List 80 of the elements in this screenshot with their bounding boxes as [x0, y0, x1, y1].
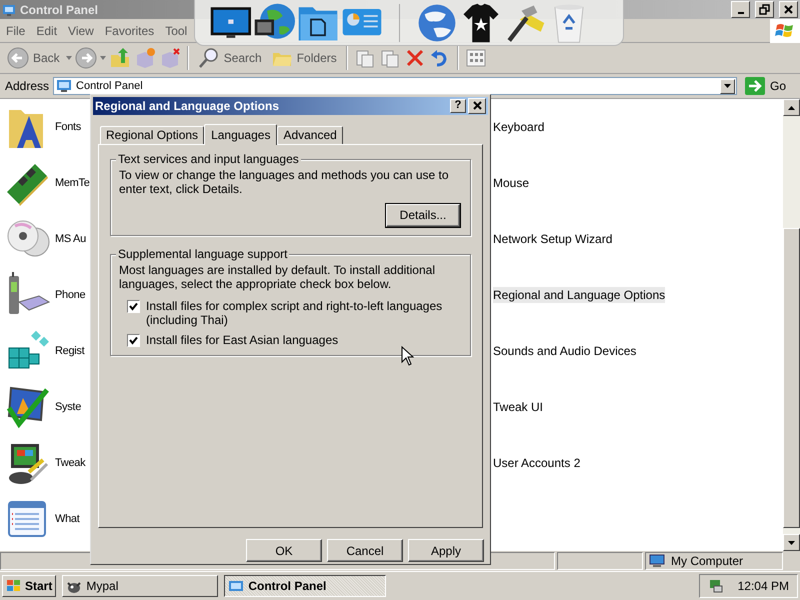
minimize-button[interactable]	[731, 1, 750, 18]
search-button[interactable]: Search	[194, 45, 265, 71]
back-button[interactable]: Back	[4, 45, 63, 71]
up-arrow-icon	[788, 106, 795, 110]
item-label[interactable]: Tweak	[55, 457, 86, 469]
checkbox-label[interactable]: Install files for East Asian languages	[146, 332, 338, 347]
close-icon	[472, 101, 482, 110]
control-panel-icon	[228, 578, 244, 592]
tab[interactable]: Regional Options	[100, 126, 204, 144]
tab[interactable]: Languages	[204, 124, 278, 145]
item-label[interactable]: MS Au	[55, 233, 86, 245]
network-icon[interactable]	[708, 578, 724, 594]
item-label[interactable]: Mouse	[493, 175, 530, 191]
item-label[interactable]: Network Setup Wizard	[493, 231, 612, 247]
start-button[interactable]: Start	[2, 574, 56, 596]
item-label[interactable]: Tweak UI	[493, 399, 544, 415]
control-panel-icon	[2, 2, 16, 16]
item-label[interactable]: User Accounts 2	[493, 455, 580, 471]
windows-logo-icon	[6, 578, 22, 592]
item-label[interactable]: Fonts	[55, 121, 82, 133]
item-label[interactable]: Regist	[55, 345, 84, 357]
monitor-checkmark-icon[interactable]	[5, 384, 51, 430]
item-label[interactable]: MemTe	[55, 177, 90, 189]
item-label[interactable]: Phone	[55, 289, 86, 301]
ok-button[interactable]: OK	[246, 539, 322, 562]
checkmark-icon	[129, 336, 138, 345]
go-button[interactable]: Go	[745, 77, 786, 95]
menu-item[interactable]: View	[63, 24, 99, 38]
address-label: Address	[5, 79, 50, 93]
control-panel-icon	[56, 79, 72, 93]
menu-item[interactable]: Favorites	[100, 24, 160, 38]
status-text: My Computer	[671, 554, 744, 568]
close-icon	[783, 4, 794, 15]
help-button[interactable]: ?	[450, 98, 466, 113]
checkmark-icon	[129, 302, 138, 311]
scroll-down-button[interactable]	[783, 534, 800, 551]
windows-logo-icon	[775, 22, 795, 40]
group-title: Text services and input languages	[116, 152, 301, 166]
menu-item[interactable]: File	[1, 24, 30, 38]
group-title: Supplemental language support	[116, 246, 290, 261]
item-label[interactable]: What	[55, 513, 80, 525]
window-title: Control Panel	[20, 2, 100, 16]
item-label[interactable]: Sounds and Audio Devices	[493, 343, 636, 359]
close-button[interactable]	[779, 1, 798, 18]
details-button[interactable]: Details...	[386, 204, 460, 227]
item-label[interactable]: Keyboard	[493, 119, 544, 135]
scrollbar[interactable]	[783, 99, 800, 551]
scroll-up-button[interactable]	[783, 99, 800, 116]
caret-icon[interactable]	[66, 56, 72, 60]
description-text: Most languages are installed by default. To install additional languages, select the appropriate check box below.	[119, 262, 436, 291]
globe-icon[interactable]	[416, 2, 458, 44]
caret-icon	[724, 84, 732, 88]
taskbar-button[interactable]: Mypal	[62, 574, 218, 596]
clock: 12:04 PM	[738, 578, 789, 592]
taskbar-button[interactable]: Control Panel	[224, 574, 386, 596]
restore-icon	[759, 4, 770, 15]
down-arrow-icon	[788, 540, 795, 544]
item-label[interactable]: Syste	[55, 401, 82, 413]
dialog-title: Regional and Language Options	[95, 98, 280, 113]
cancel-button[interactable]: Cancel	[327, 539, 403, 562]
tab[interactable]: Advanced	[277, 126, 343, 144]
menu-item[interactable]: Edit	[31, 24, 62, 38]
item-label[interactable]: Regional and Language Options	[493, 287, 666, 303]
menu-item[interactable]: Tool	[160, 24, 192, 38]
folders-button[interactable]: Folders	[268, 45, 340, 71]
scroll-thumb[interactable]	[783, 228, 800, 528]
cursor-icon	[401, 346, 414, 366]
caret-icon[interactable]	[100, 56, 106, 60]
address-field[interactable]: Control Panel	[53, 77, 738, 95]
description-text: To view or change the languages and methods you can use to enter text, click Details.	[119, 168, 450, 196]
dropdown-button[interactable]	[720, 78, 736, 94]
apply-button[interactable]: Apply	[408, 539, 484, 562]
close-button[interactable]	[468, 98, 486, 114]
computer-icon	[649, 554, 667, 568]
search-icon	[198, 47, 220, 69]
checkbox[interactable]	[127, 334, 140, 347]
minimize-icon	[738, 12, 744, 14]
checkbox[interactable]	[127, 300, 140, 313]
checkbox-label[interactable]: Install files for complex script and right-to-left languages (including Thai)	[146, 298, 462, 327]
restore-button[interactable]	[755, 1, 774, 18]
